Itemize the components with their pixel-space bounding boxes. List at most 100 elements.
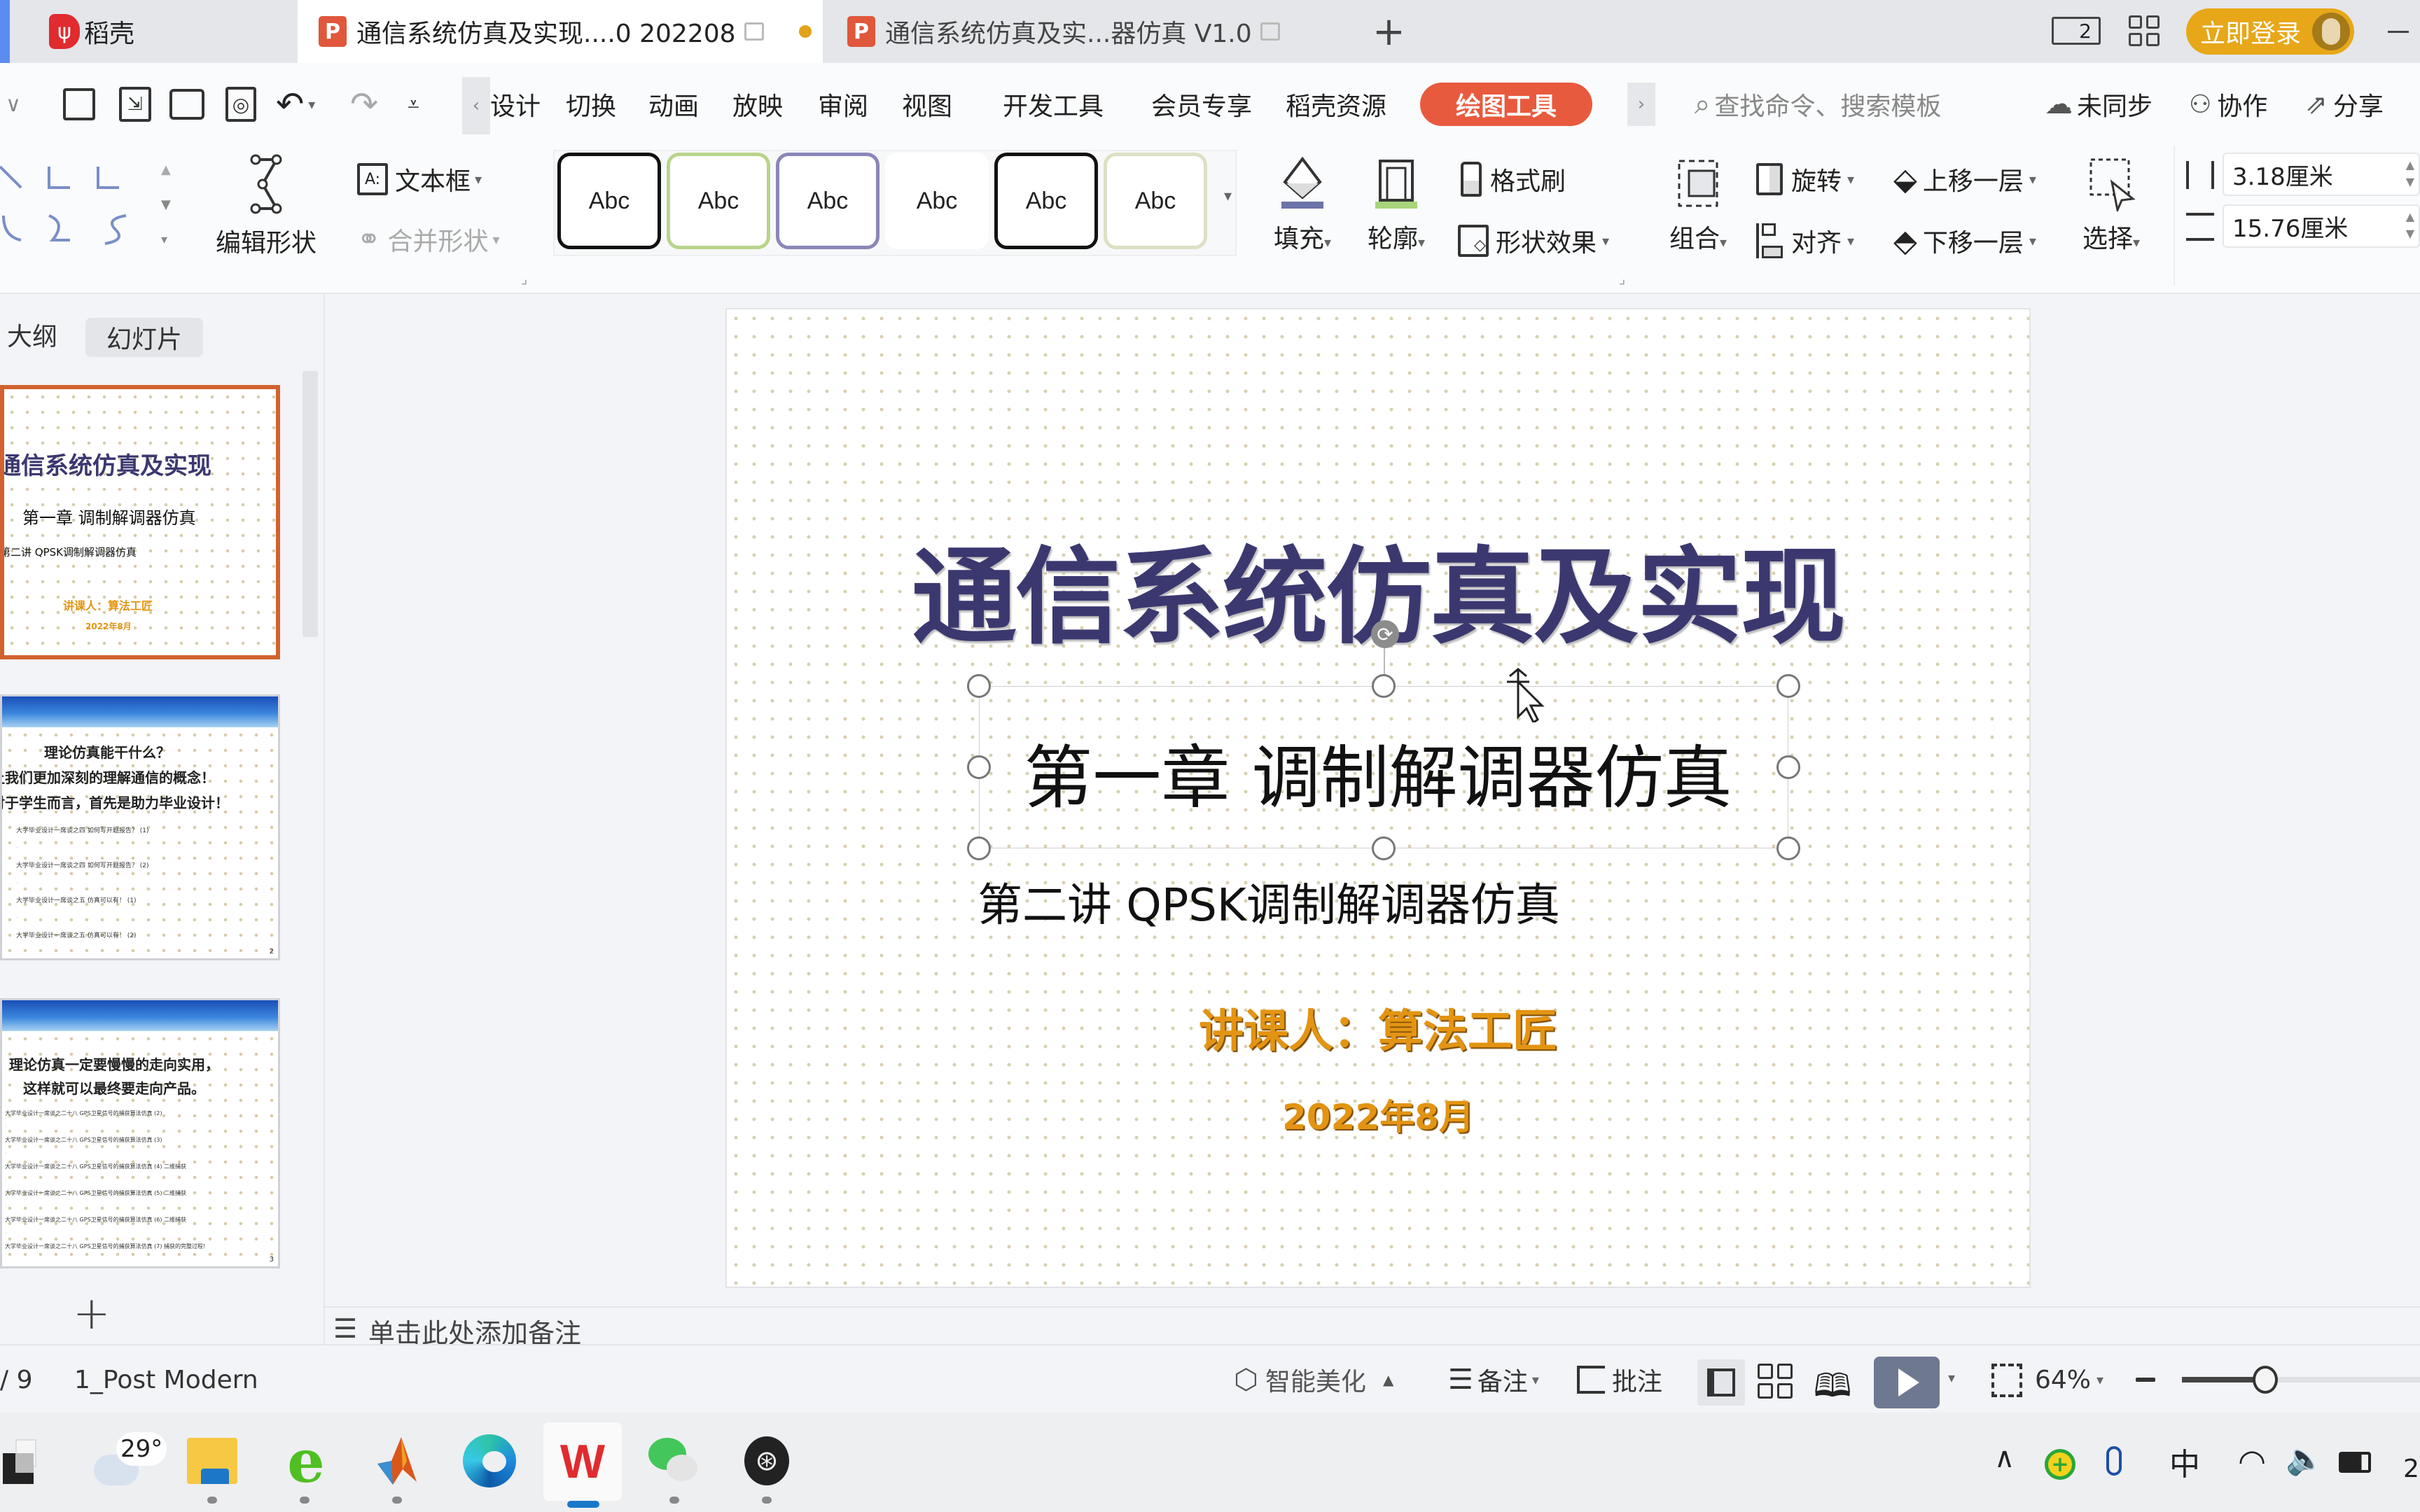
menu-tab-developer[interactable]: 开发工具	[1003, 63, 1104, 146]
rotate-handle-icon[interactable]: ⟳	[1371, 620, 1399, 648]
slide-thumbnail-1[interactable]: 通信系统仿真及实现 第一章 调制解调器仿真 第二讲 QPSK调制解调器仿真 讲课…	[0, 385, 280, 659]
slide-chapter[interactable]: 第一章 调制解调器仿真	[727, 722, 2029, 822]
tab-slides[interactable]: 幻灯片	[85, 318, 203, 357]
command-search[interactable]: ⌕ 查找命令、搜索模板	[1695, 63, 1941, 146]
slideshow-options-icon[interactable]: ▾	[1948, 1369, 1955, 1386]
menu-tab-view[interactable]: 视图	[902, 63, 952, 146]
resize-handle-ne[interactable]	[1776, 674, 1800, 698]
connector-gallery[interactable]: ▲ ▼ ▾	[0, 153, 182, 258]
shape-height-input[interactable]: 3.18厘米 ▲ ▼	[2223, 153, 2420, 196]
merge-shape-button[interactable]: ⚭ 合并形状 ▾	[357, 218, 500, 260]
menu-tab-drawing-tools[interactable]: 绘图工具	[1420, 83, 1592, 126]
shape-effects-button[interactable]: ◇ 形状效果 ▾	[1458, 218, 1609, 263]
new-tab-button[interactable]: +	[1372, 0, 1407, 63]
edit-shape-button[interactable]: 编辑形状	[203, 153, 329, 286]
minimize-icon[interactable]	[2388, 31, 2409, 33]
tab-document-active[interactable]: P 通信系统仿真及实现....0 202208	[298, 0, 823, 63]
weather-widget[interactable]: 29°	[88, 1429, 167, 1492]
menu-tab-animation[interactable]: 动画	[648, 63, 699, 146]
undo-icon[interactable]: ↶ ▾	[276, 63, 315, 146]
slide-sorter-view-button[interactable]	[1758, 1364, 1793, 1399]
file-explorer-icon[interactable]	[181, 1429, 244, 1492]
ime-indicator[interactable]: 中	[2169, 1439, 2200, 1484]
notes-area[interactable]: ☰ 单击此处添加备注	[325, 1306, 2420, 1349]
textbox-button[interactable]: A: 文本框 ▾	[357, 158, 482, 200]
print-icon[interactable]	[169, 63, 204, 146]
tab-daoke[interactable]: ψ 稻壳	[21, 0, 294, 63]
apps-grid-icon[interactable]	[2129, 15, 2160, 46]
360-security-tray-icon[interactable]: +	[2045, 1449, 2075, 1480]
rotate-button[interactable]: 旋转 ▾	[1756, 158, 1854, 200]
matlab-icon[interactable]	[364, 1429, 427, 1492]
format-painter-button[interactable]: 格式刷	[1461, 158, 1566, 200]
redo-icon[interactable]: ↷	[350, 63, 378, 146]
wps-office-icon[interactable]: W	[543, 1422, 622, 1501]
width-spinner-icon[interactable]: ▲ ▼	[2406, 209, 2414, 242]
tab-document-2[interactable]: P 通信系统仿真及实...器仿真 V1.0	[826, 0, 1351, 63]
edge-browser-icon[interactable]	[458, 1429, 521, 1492]
outline-button[interactable]: 轮廓▾	[1361, 155, 1431, 281]
task-view-icon[interactable]	[0, 1429, 63, 1492]
tabs-scroll-right-button[interactable]: ›	[1627, 83, 1655, 126]
select-button[interactable]: 选择▾	[2073, 155, 2150, 281]
height-spinner-icon[interactable]: ▲ ▼	[2406, 157, 2414, 190]
sync-status-button[interactable]: ☁ 未同步	[2045, 63, 2153, 146]
volume-icon[interactable]: 🔈	[2286, 1441, 2324, 1477]
resize-handle-sw[interactable]	[967, 836, 991, 860]
slide-thumbnail-3[interactable]: 理论仿真一定要慢慢的走向实用， 这样就可以最终要走向产品。 大学毕业设计一席谈之…	[0, 998, 280, 1268]
fill-button[interactable]: 填充▾	[1267, 155, 1337, 281]
shape-style-sample[interactable]: Abc	[885, 153, 989, 249]
resize-handle-se[interactable]	[1776, 836, 1800, 860]
theme-name[interactable]: 1_Post Modern	[74, 1345, 258, 1414]
slide-date[interactable]: 2022年8月	[727, 1089, 2029, 1140]
wifi-icon[interactable]: ◠	[2238, 1442, 2266, 1480]
gallery-more-icon[interactable]: ▾	[1224, 188, 1232, 205]
slide-author[interactable]: 讲课人：算法工匠	[727, 995, 2029, 1060]
menu-tab-transition[interactable]: 切换	[566, 63, 616, 146]
tabs-scroll-left-button[interactable]: ‹	[462, 77, 490, 134]
menu-tab-design[interactable]: 设计	[490, 63, 541, 146]
collapse-chevron-icon[interactable]: ∨	[6, 63, 21, 146]
add-slide-button[interactable]: +	[73, 1288, 111, 1340]
panel-scrollbar[interactable]	[302, 371, 318, 637]
collaborate-button[interactable]: ⚇ 协作	[2189, 63, 2267, 146]
zoom-slider-thumb[interactable]	[2253, 1366, 2278, 1394]
menu-tab-slideshow[interactable]: 放映	[732, 63, 783, 146]
obs-studio-icon[interactable]: ⊛	[735, 1429, 798, 1492]
print-preview-icon[interactable]: ◎	[225, 63, 256, 146]
group-button[interactable]: 组合▾	[1660, 155, 1737, 281]
smart-beautify-button[interactable]: ⬡ 智能美化 ▲	[1234, 1345, 1393, 1414]
menu-tab-daoke-resources[interactable]: 稻壳资源	[1286, 63, 1386, 146]
share-button[interactable]: ⇗ 分享	[2305, 63, 2384, 146]
export-pdf-icon[interactable]: ⇲	[119, 63, 151, 146]
bring-forward-button[interactable]: ⬙ 上移一层 ▾	[1893, 158, 2036, 200]
shape-width-input[interactable]: 15.76厘米 ▲ ▼	[2223, 204, 2420, 248]
shape-style-sample[interactable]: Abc	[557, 153, 661, 249]
quick-access-more-icon[interactable]: ⩡	[408, 63, 419, 146]
resize-handle-s[interactable]	[1372, 836, 1396, 860]
shape-style-sample[interactable]: Abc	[667, 153, 770, 249]
menu-tab-review[interactable]: 审阅	[818, 63, 868, 146]
clock[interactable]: 2	[2403, 1455, 2419, 1483]
reading-view-button[interactable]: 🕮	[1814, 1362, 1851, 1417]
shape-style-sample[interactable]: Abc	[994, 153, 1098, 249]
microphone-icon[interactable]	[2106, 1446, 2122, 1476]
notes-toggle-button[interactable]: ☰ 备注 ▾	[1448, 1345, 1539, 1414]
comments-button[interactable]: 批注	[1577, 1345, 1662, 1414]
resize-handle-n[interactable]	[1372, 674, 1396, 698]
zoom-slider-track[interactable]	[2182, 1366, 2420, 1394]
login-button[interactable]: 立即登录	[2186, 8, 2354, 55]
align-button[interactable]: 对齐 ▾	[1756, 218, 1854, 263]
dialog-launcher-icon[interactable]: ⌟	[521, 270, 527, 287]
menu-tab-member[interactable]: 会员专享	[1151, 63, 1252, 146]
normal-view-button[interactable]	[1697, 1359, 1745, 1406]
360-browser-icon[interactable]: e	[274, 1427, 338, 1496]
zoom-out-button[interactable]	[2136, 1378, 2155, 1382]
slide-canvas[interactable]: 通信系统仿真及实现 ⟳ 第一章 调制解调器仿真 第二讲 QPSK调制解调器仿真 …	[725, 308, 2031, 1288]
battery-charging-icon[interactable]	[2339, 1452, 2371, 1473]
slide-lecture[interactable]: 第二讲 QPSK调制解调器仿真	[978, 869, 1560, 934]
zoom-level-dropdown[interactable]: 64% ▾	[2035, 1345, 2103, 1414]
dialog-launcher-icon[interactable]: ⌟	[1619, 270, 1625, 287]
save-icon[interactable]	[63, 63, 95, 146]
shape-style-sample[interactable]: Abc	[776, 153, 879, 249]
